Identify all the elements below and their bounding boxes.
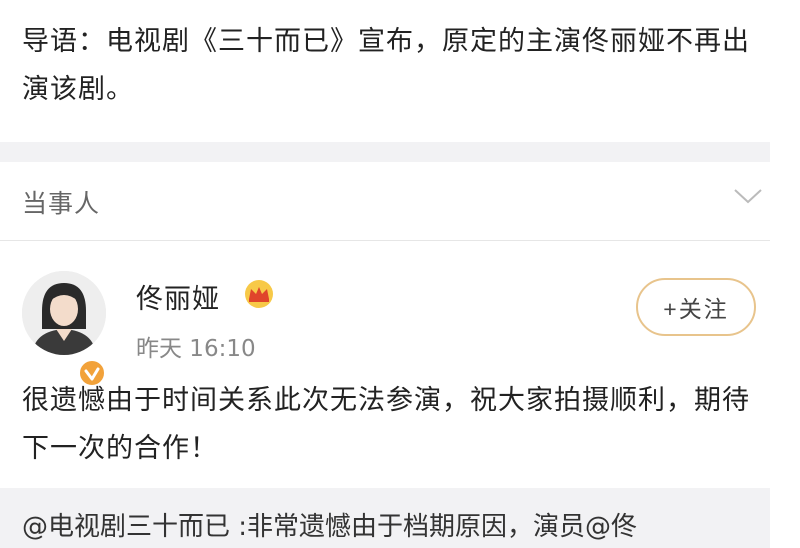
section-divider bbox=[0, 142, 770, 162]
weibo-post: 佟丽娅 昨天 16:10 +关注 很遗憾由于时间关系此次无法参演，祝大家拍摄顺利… bbox=[0, 241, 770, 481]
section-header[interactable]: 当事人 bbox=[0, 162, 770, 241]
author-name[interactable]: 佟丽娅 bbox=[136, 277, 220, 316]
page-edge bbox=[770, 0, 800, 540]
reposted-content[interactable]: @电视剧三十而已 :非常遗憾由于档期原因，演员@佟 bbox=[0, 488, 770, 548]
crown-icon bbox=[245, 280, 273, 308]
section-title: 当事人 bbox=[22, 189, 101, 218]
repost-text: @电视剧三十而已 :非常遗憾由于档期原因，演员@佟 bbox=[22, 512, 638, 542]
chevron-down-icon[interactable] bbox=[733, 186, 763, 206]
post-time: 昨天 16:10 bbox=[136, 336, 256, 362]
weibo-article-page: 导语：电视剧《三十而已》宣布，原定的主演佟丽娅不再出演该剧。 当事人 佟丽娅 昨… bbox=[0, 0, 770, 548]
follow-button[interactable]: +关注 bbox=[636, 278, 756, 336]
avatar[interactable] bbox=[22, 271, 106, 387]
post-body: 很遗憾由于时间关系此次无法参演，祝大家拍摄顺利，期待下一次的合作！ bbox=[22, 385, 750, 464]
intro-text: 导语：电视剧《三十而已》宣布，原定的主演佟丽娅不再出演该剧。 bbox=[22, 26, 750, 105]
